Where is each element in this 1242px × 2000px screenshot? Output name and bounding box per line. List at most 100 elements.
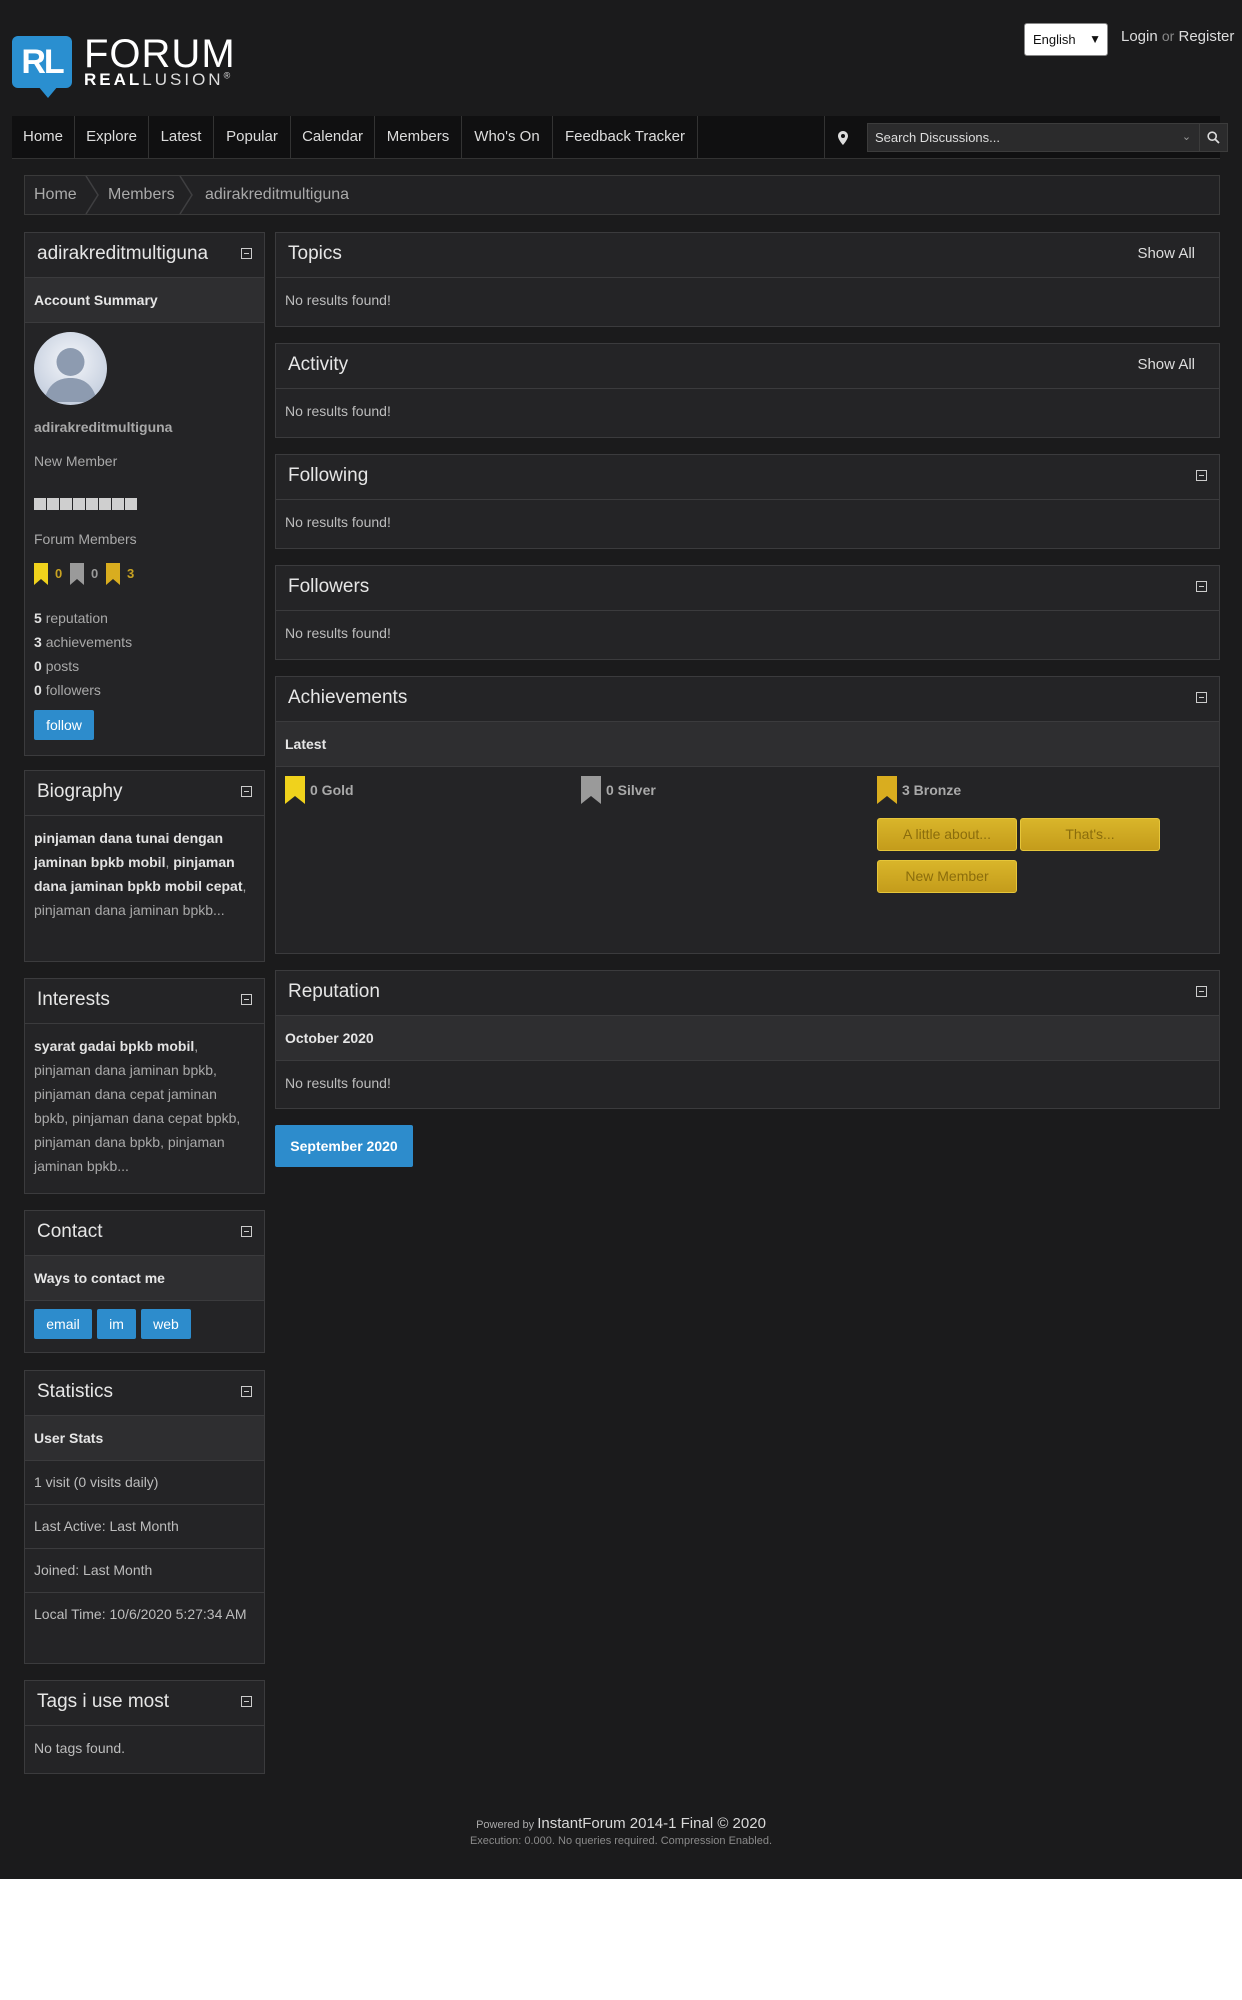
web-button[interactable]: web (141, 1309, 191, 1339)
tags-empty: No tags found. (34, 1740, 126, 1756)
followers-empty: No results found! (285, 625, 391, 641)
nav-item-explore[interactable]: Explore (75, 116, 149, 158)
nav-item-popular[interactable]: Popular (214, 116, 291, 158)
interests-title: Interests (37, 989, 110, 1010)
collapse-icon[interactable] (241, 1696, 252, 1707)
topics-title: Topics (288, 243, 342, 264)
followers-title: Followers (288, 576, 370, 597)
product-link[interactable]: InstantForum 2014-1 Final © 2020 (537, 1815, 766, 1832)
statistics-panel: Statistics User Stats 1 visit (0 visits … (24, 1370, 265, 1664)
profile-title: adirakreditmultiguna (25, 233, 264, 278)
logo-reg: ® (223, 70, 234, 81)
rank-stars (34, 497, 138, 511)
nav-item-latest[interactable]: Latest (149, 116, 214, 158)
breadcrumb: Home Members adirakreditmultiguna (24, 175, 1220, 215)
statistics-title: Statistics (37, 1381, 114, 1402)
medal-counts: 0 0 3 (34, 563, 254, 587)
topics-show-all-link[interactable]: Show All (1137, 233, 1195, 275)
collapse-icon[interactable] (241, 1386, 252, 1397)
auth-links: Login or Register (1121, 28, 1234, 45)
collapse-icon[interactable] (241, 248, 252, 259)
logo-reallusion-text: REALLUSION® (84, 70, 233, 90)
gold-achievements: 0 Gold (310, 782, 354, 798)
interests-bold: syarat gadai bpkb mobil (34, 1038, 195, 1054)
location-pin-icon[interactable] (824, 116, 861, 158)
followers-stat: 0 followers (34, 682, 101, 698)
activity-header: Activity Show All (276, 344, 1219, 389)
chevron-down-icon: ▼ (1089, 32, 1101, 46)
stat-visits: 1 visit (0 visits daily) (25, 1461, 264, 1505)
reputation-panel: Reputation October 2020 No results found… (275, 970, 1220, 1109)
powered-by-label: Powered by (476, 1819, 535, 1831)
follow-button[interactable]: follow (34, 710, 94, 740)
nav-item-home[interactable]: Home (12, 116, 75, 158)
avatar[interactable] (34, 332, 107, 405)
posts-stat: 0 posts (34, 658, 80, 674)
logo-badge-tail (38, 86, 58, 98)
following-header: Following (276, 455, 1219, 500)
stat-local-time: Local Time: 10/6/2020 5:27:34 AM (34, 1606, 247, 1622)
rl-logo-badge: RL (12, 36, 72, 88)
email-button[interactable]: email (34, 1309, 92, 1339)
profile-stats: 5 reputation 3 achievements 0 posts 0 fo… (34, 606, 132, 702)
reputation-title: Reputation (288, 981, 380, 1002)
followers-header: Followers (276, 566, 1219, 611)
collapse-icon[interactable] (1196, 692, 1207, 703)
profile-username[interactable]: adirakreditmultiguna (34, 419, 172, 435)
activity-panel: Activity Show All No results found! (275, 343, 1220, 438)
collapse-icon[interactable] (241, 1226, 252, 1237)
silver-count: 0 (91, 566, 99, 581)
activity-show-all-link[interactable]: Show All (1137, 344, 1195, 386)
interests-panel: Interests syarat gadai bpkb mobil, pinja… (24, 978, 265, 1194)
main-nav: Home Explore Latest Popular Calendar Mem… (12, 116, 1228, 159)
logo-real: REAL (84, 70, 143, 89)
im-button[interactable]: im (97, 1309, 136, 1339)
achievements-stat: 3 achievements (34, 634, 133, 650)
profile-panel: adirakreditmultiguna Account Summary adi… (24, 232, 265, 756)
search-options-chevron-icon[interactable]: ⌄ (1174, 123, 1199, 152)
breadcrumb-separator-icon (85, 176, 99, 214)
achievements-header: Achievements (276, 677, 1219, 722)
search-input[interactable]: Search Discussions... (867, 123, 1175, 152)
forum-logo[interactable]: RL FORUM REALLUSION® (12, 32, 252, 98)
badge-new-member[interactable]: New Member (877, 860, 1017, 893)
biography-title: Biography (37, 781, 123, 802)
nav-item-whos-on[interactable]: Who's On (462, 116, 553, 158)
bronze-count: 3 (127, 566, 135, 581)
nav-item-feedback-tracker[interactable]: Feedback Tracker (553, 116, 698, 158)
profile-title-text: adirakreditmultiguna (37, 243, 209, 264)
breadcrumb-members[interactable]: Members (108, 176, 175, 214)
login-link[interactable]: Login (1121, 28, 1158, 45)
collapse-icon[interactable] (1196, 986, 1207, 997)
tags-panel: Tags i use most No tags found. (24, 1680, 265, 1774)
collapse-icon[interactable] (1196, 581, 1207, 592)
breadcrumb-current: adirakreditmultiguna (205, 186, 350, 203)
language-select[interactable]: English ▼ (1024, 23, 1108, 56)
nav-item-members[interactable]: Members (375, 116, 462, 158)
collapse-icon[interactable] (1196, 470, 1207, 481)
achievements-latest-header: Latest (276, 722, 1219, 767)
biography-panel: Biography pinjaman dana tunai dengan jam… (24, 770, 265, 962)
reputation-empty: No results found! (285, 1075, 391, 1091)
register-link[interactable]: Register (1179, 28, 1235, 45)
collapse-icon[interactable] (241, 786, 252, 797)
page: RL FORUM REALLUSION® English ▼ Login or … (0, 0, 1242, 1879)
search-button[interactable] (1199, 123, 1228, 152)
bronze-achievements: 3 Bronze (902, 782, 962, 798)
biography-header: Biography (25, 771, 264, 816)
september-2020-button[interactable]: September 2020 (275, 1125, 413, 1167)
ways-to-contact-header: Ways to contact me (25, 1256, 264, 1301)
statistics-header: Statistics (25, 1371, 264, 1416)
badge-thats[interactable]: That's... (1020, 818, 1160, 851)
collapse-icon[interactable] (241, 994, 252, 1005)
breadcrumb-home[interactable]: Home (34, 176, 77, 214)
stat-joined: Joined: Last Month (25, 1549, 264, 1593)
contact-header: Contact (25, 1211, 264, 1256)
bronze-medal-icon (106, 563, 120, 585)
profile-rank: New Member (34, 453, 118, 469)
nav-item-calendar[interactable]: Calendar (291, 116, 375, 158)
badge-a-little-about[interactable]: A little about... (877, 818, 1017, 851)
profile-group: Forum Members (34, 531, 137, 547)
achievements-panel: Achievements Latest 0 Gold 0 Silver 3 Br… (275, 676, 1220, 954)
topics-header: Topics Show All (276, 233, 1219, 278)
